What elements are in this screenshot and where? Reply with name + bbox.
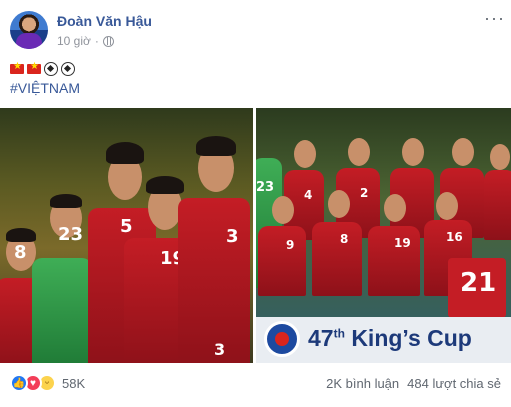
- player-head: [294, 140, 316, 168]
- jersey-number: 3: [214, 340, 226, 359]
- player-head: [402, 138, 424, 166]
- post-time[interactable]: 10 giờ: [57, 34, 91, 48]
- player-jersey: [258, 226, 306, 296]
- post-meta: 10 giờ ·: [57, 34, 114, 48]
- banner-edition: 47: [308, 325, 334, 351]
- player-head: [328, 190, 350, 218]
- player-head: [452, 138, 474, 166]
- reactions-summary[interactable]: 👍 ♥ ᵕ 58K: [10, 374, 85, 392]
- author-name[interactable]: Đoàn Văn Hậu: [57, 13, 152, 29]
- kings-cup-banner: 47th King’s Cup: [256, 317, 511, 363]
- player-head: [384, 194, 406, 222]
- player-hair: [106, 142, 144, 164]
- author-avatar[interactable]: [10, 11, 48, 49]
- post-stats: 2K bình luận 484 lượt chia sẻ: [326, 376, 501, 391]
- player-hair: [196, 136, 236, 156]
- jersey-number: 8: [340, 232, 349, 246]
- soccer-ball-icon: [61, 62, 75, 76]
- jersey-number: 3: [226, 226, 239, 247]
- player-hair: [146, 176, 184, 194]
- emoji-row: [10, 61, 75, 76]
- jersey-number: 5: [120, 216, 133, 237]
- banner-edition-suffix: th: [333, 326, 345, 341]
- player-jersey: [484, 170, 511, 240]
- photo-left[interactable]: 8 23 5 19 3 3: [0, 108, 253, 363]
- hashtag-link[interactable]: #VIỆTNAM: [10, 80, 80, 96]
- vn-flag-icon: [27, 61, 41, 74]
- banner-name: King’s Cup: [351, 325, 472, 351]
- photo-right[interactable]: 23 4 2 9 8 19 16 21 47th King’s Cup: [256, 108, 511, 363]
- soccer-ball-icon: [44, 62, 58, 76]
- like-icon[interactable]: 👍: [10, 374, 28, 392]
- player-hair: [6, 228, 36, 242]
- player-head: [348, 138, 370, 166]
- more-options-icon[interactable]: ···: [484, 8, 505, 29]
- banner-title: 47th King’s Cup: [308, 325, 472, 352]
- comments-count[interactable]: 2K bình luận: [326, 376, 399, 391]
- jersey-number: 19: [394, 236, 411, 250]
- globe-icon[interactable]: [102, 35, 114, 47]
- shares-count[interactable]: 484 lượt chia sẻ: [407, 376, 501, 391]
- jersey-number: 23: [256, 180, 275, 195]
- vn-flag-icon: [10, 61, 24, 74]
- player-jersey: [312, 222, 362, 296]
- player-jersey: [178, 198, 250, 363]
- goalkeeper-jersey: [32, 258, 92, 363]
- jersey-number: 8: [14, 242, 27, 263]
- jersey-number: 2: [360, 186, 369, 200]
- player-head: [436, 192, 458, 220]
- facebook-post: Đoàn Văn Hậu 10 giờ · ··· #VIỆTNAM 8 23 …: [0, 0, 511, 407]
- held-jersey-number: 21: [460, 268, 497, 298]
- player-head: [490, 144, 510, 170]
- player-hair: [50, 194, 82, 208]
- vff-logo-icon: [264, 321, 300, 357]
- held-jersey: 21: [448, 258, 506, 318]
- player-head: [272, 196, 294, 224]
- jersey-number: 16: [446, 230, 463, 244]
- reaction-count[interactable]: 58K: [62, 376, 85, 391]
- avatar-shirt: [16, 33, 42, 49]
- jersey-number: 23: [58, 224, 84, 245]
- separator-dot: ·: [94, 34, 99, 48]
- jersey-number: 9: [286, 238, 295, 252]
- jersey-number: 4: [304, 188, 313, 202]
